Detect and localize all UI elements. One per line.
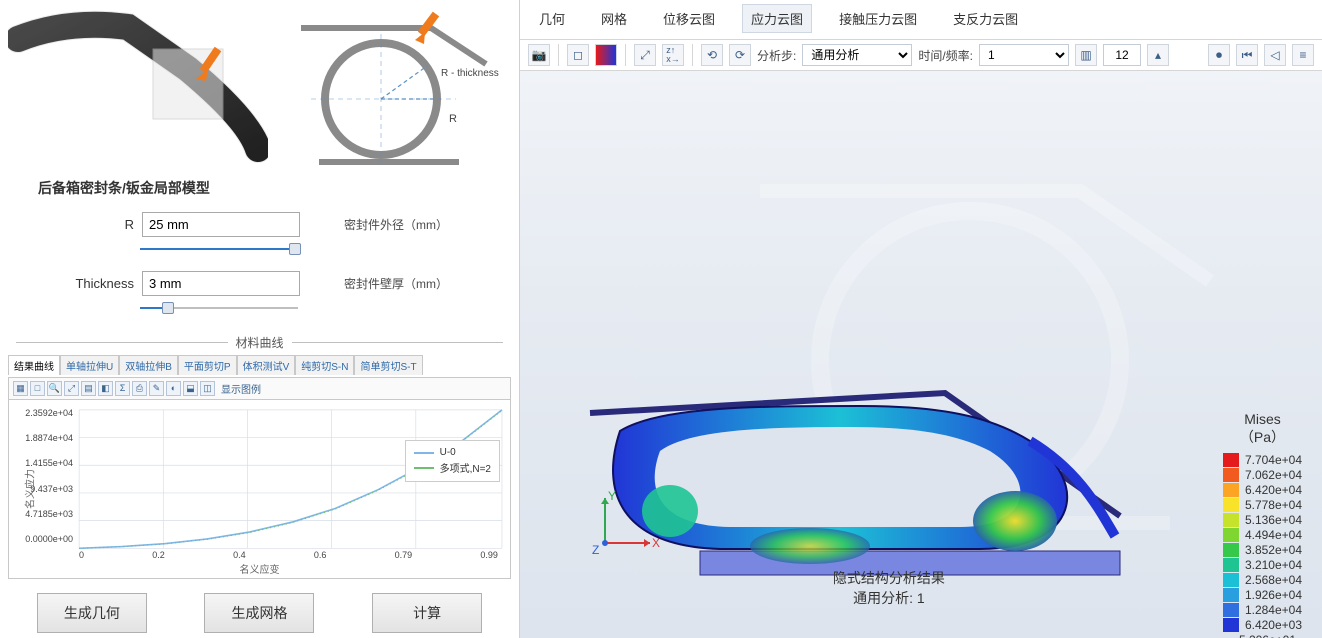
action-buttons: 生成几何 生成网格 计算 bbox=[8, 593, 511, 633]
mat-tab-1[interactable]: 单轴拉伸U bbox=[60, 355, 119, 375]
legend-entry: 3.210e+04 bbox=[1223, 558, 1302, 572]
tab-displacement[interactable]: 位移云图 bbox=[654, 4, 724, 33]
compute-button[interactable]: 计算 bbox=[372, 593, 482, 633]
generate-mesh-button[interactable]: 生成网格 bbox=[204, 593, 314, 633]
legend-entry: 5.778e+04 bbox=[1223, 498, 1302, 512]
legend-entry: 6.420e+04 bbox=[1223, 483, 1302, 497]
fit-icon[interactable]: ⤢ bbox=[634, 44, 656, 66]
frame-number-input[interactable] bbox=[1103, 44, 1141, 66]
tab-mesh[interactable]: 网格 bbox=[592, 4, 636, 33]
axes-icon[interactable]: z↑x→ bbox=[662, 44, 684, 66]
chart-tool-icon[interactable]: ◐ bbox=[166, 381, 181, 396]
mat-tab-4[interactable]: 体积测试V bbox=[237, 355, 296, 375]
stepper-up-icon[interactable]: ▴ bbox=[1147, 44, 1169, 66]
generate-geometry-button[interactable]: 生成几何 bbox=[37, 593, 147, 633]
tab-stress[interactable]: 应力云图 bbox=[742, 4, 812, 33]
chart-tool-icon[interactable]: 🔍 bbox=[47, 381, 62, 396]
param-r-row: R 密封件外径（mm） bbox=[68, 212, 511, 237]
r-annotation: R bbox=[449, 113, 457, 125]
legend-entry: 2.568e+04 bbox=[1223, 573, 1302, 587]
mat-tab-3[interactable]: 平面剪切P bbox=[178, 355, 237, 375]
param-t-row: Thickness 密封件壁厚（mm） bbox=[68, 271, 511, 296]
param-r-desc: 密封件外径（mm） bbox=[344, 216, 448, 233]
chart-ylabel: 名义应力 bbox=[22, 469, 37, 509]
tab-geometry[interactable]: 几何 bbox=[530, 4, 574, 33]
chart-xticks: 0 0.2 0.4 0.6 0.79 0.99 bbox=[79, 550, 498, 560]
cube-view-icon[interactable]: ◻ bbox=[567, 44, 589, 66]
chart-tool-legend-label[interactable]: 显示图例 bbox=[221, 381, 261, 396]
chart-tool-icon[interactable]: ◧ bbox=[98, 381, 113, 396]
legend-entry: 7.062e+04 bbox=[1223, 468, 1302, 482]
mat-tab-5[interactable]: 纯剪切S-N bbox=[295, 355, 354, 375]
param-t-label: Thickness bbox=[68, 276, 134, 291]
chart-tool-icon[interactable]: ⎙ bbox=[132, 381, 147, 396]
param-r-slider[interactable] bbox=[140, 243, 298, 255]
viewport-3d[interactable]: X Y Z 隐式结构分析结果 通用分析: 1 Mises （Pa） 7.704e… bbox=[520, 71, 1322, 638]
tab-reaction-force[interactable]: 支反力云图 bbox=[944, 4, 1027, 33]
chart-tool-icon[interactable]: ⤢ bbox=[64, 381, 79, 396]
material-tabs: 结果曲线 单轴拉伸U 双轴拉伸B 平面剪切P 体积测试V 纯剪切S-N 简单剪切… bbox=[8, 355, 511, 375]
legend-entry: 3.852e+04 bbox=[1223, 543, 1302, 557]
rotate2-icon[interactable]: ⟳ bbox=[729, 44, 751, 66]
view-tabs: 几何 网格 位移云图 应力云图 接触压力云图 支反力云图 bbox=[520, 0, 1322, 40]
legend-entry: 5.136e+04 bbox=[1223, 513, 1302, 527]
play-mode-icon[interactable]: ▥ bbox=[1075, 44, 1097, 66]
rt-annotation: R - thickness bbox=[441, 68, 499, 79]
mat-tab-2[interactable]: 双轴拉伸B bbox=[119, 355, 178, 375]
legend-entry: 1.926e+04 bbox=[1223, 588, 1302, 602]
chart-tool-icon[interactable]: ▤ bbox=[81, 381, 96, 396]
analysis-step-select[interactable]: 通用分析 bbox=[802, 44, 912, 66]
svg-text:Y: Y bbox=[608, 489, 616, 503]
tab-contact-pressure[interactable]: 接触压力云图 bbox=[830, 4, 926, 33]
model-title: 后备箱密封条/钣金局部模型 bbox=[38, 178, 511, 198]
svg-text:Z: Z bbox=[592, 543, 599, 557]
param-t-input[interactable] bbox=[142, 271, 300, 296]
record-icon[interactable]: ⏺ bbox=[1208, 44, 1230, 66]
param-t-desc: 密封件壁厚（mm） bbox=[344, 275, 448, 292]
colormap-icon[interactable] bbox=[595, 44, 617, 66]
legend-entry: 4.494e+04 bbox=[1223, 528, 1302, 542]
chart-tool-icon[interactable]: ▦ bbox=[13, 381, 28, 396]
mat-tab-6[interactable]: 简单剪切S-T bbox=[354, 355, 422, 375]
model-diagrams: R R - thickness bbox=[8, 4, 511, 174]
param-r-label: R bbox=[68, 217, 134, 232]
color-legend: Mises （Pa） 7.704e+047.062e+046.420e+045.… bbox=[1223, 411, 1302, 638]
left-panel: R R - thickness 后备箱密封条/钣金局部模型 R 密封件外径（mm… bbox=[0, 0, 520, 638]
time-freq-label: 时间/频率: bbox=[918, 47, 973, 64]
chart-tool-icon[interactable]: ⬓ bbox=[183, 381, 198, 396]
chart-tool-icon[interactable]: □ bbox=[30, 381, 45, 396]
legend-entry: 5.206e+01 bbox=[1239, 633, 1302, 638]
legend-entry: 6.420e+03 bbox=[1223, 618, 1302, 632]
right-panel: 几何 网格 位移云图 应力云图 接触压力云图 支反力云图 📷 ◻ ⤢ z↑x→ … bbox=[520, 0, 1322, 638]
param-t-slider[interactable] bbox=[140, 302, 298, 314]
svg-text:X: X bbox=[652, 536, 660, 550]
axis-gizmo: X Y Z bbox=[590, 488, 660, 558]
menu-icon[interactable]: ≡ bbox=[1292, 44, 1314, 66]
skip-start-icon[interactable]: ⏮ bbox=[1236, 44, 1258, 66]
play-reverse-icon[interactable]: ◁ bbox=[1264, 44, 1286, 66]
chart-tool-icon[interactable]: ✎ bbox=[149, 381, 164, 396]
param-r-input[interactable] bbox=[142, 212, 300, 237]
chart-tool-icon[interactable]: Σ bbox=[115, 381, 130, 396]
chart-tool-icon[interactable]: ◫ bbox=[200, 381, 215, 396]
chart-xlabel: 名义应变 bbox=[240, 561, 280, 576]
time-freq-select[interactable]: 1 bbox=[979, 44, 1069, 66]
analysis-step-label: 分析步: bbox=[757, 47, 796, 64]
material-divider: 材料曲线 bbox=[8, 334, 511, 351]
legend-entry: 7.704e+04 bbox=[1223, 453, 1302, 467]
mat-tab-0[interactable]: 结果曲线 bbox=[8, 355, 60, 375]
cross-section-diagram: R R - thickness bbox=[280, 4, 511, 174]
result-caption: 隐式结构分析结果 通用分析: 1 bbox=[833, 568, 945, 608]
tube-diagram bbox=[8, 9, 268, 169]
chart-legend: U-0 多项式,N=2 bbox=[405, 440, 500, 482]
legend-entry: 1.284e+04 bbox=[1223, 603, 1302, 617]
chart-toolbar: ▦ □ 🔍 ⤢ ▤ ◧ Σ ⎙ ✎ ◐ ⬓ ◫ 显示图例 bbox=[8, 377, 511, 399]
material-chart: U-0 多项式,N=2 2.3592e+04 1.8874e+04 1.4155… bbox=[8, 399, 511, 579]
rotate-icon[interactable]: ⟲ bbox=[701, 44, 723, 66]
view-toolbar: 📷 ◻ ⤢ z↑x→ ⟲ ⟳ 分析步: 通用分析 时间/频率: 1 ▥ ▴ ⏺ … bbox=[520, 40, 1322, 71]
camera-icon[interactable]: 📷 bbox=[528, 44, 550, 66]
